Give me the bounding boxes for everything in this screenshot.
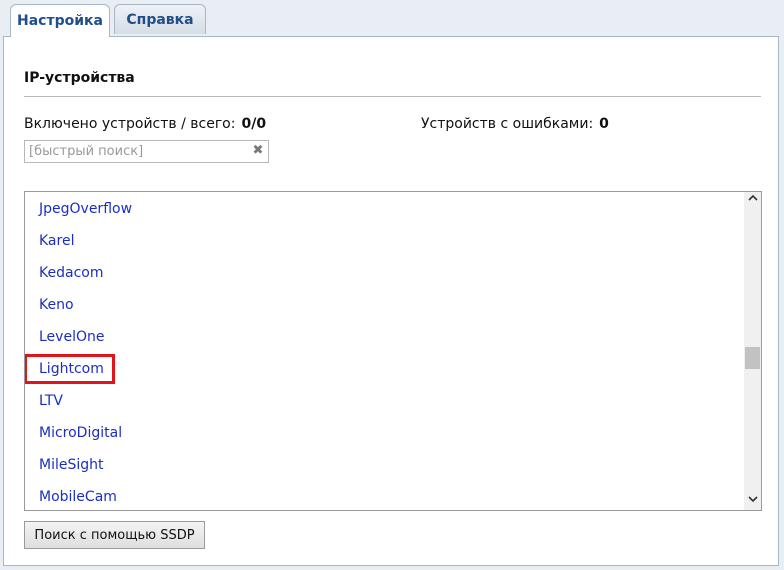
error-devices-stat: Устройств с ошибками: 0 [421,116,609,132]
list-item[interactable]: Karel [39,229,74,253]
list-item[interactable]: Kedacom [39,261,103,285]
list-item[interactable]: Keno [39,293,74,317]
tab-settings[interactable]: Настройка [10,4,110,37]
settings-panel: IP-устройства Включено устройств / всего… [3,36,779,566]
quick-search-input[interactable] [24,140,269,163]
tab-bar: Настройка Справка [0,0,784,37]
enabled-devices-label: Включено устройств / всего: [24,116,236,132]
list-item[interactable]: LevelOne [39,325,104,349]
scrollbar-thumb[interactable] [745,347,760,369]
enabled-devices-stat: Включено устройств / всего: 0/0 [24,116,266,132]
error-devices-value: 0 [599,116,609,132]
list-item[interactable]: MicroDigital [39,421,122,445]
close-icon[interactable]: ✖ [251,143,265,159]
tab-help[interactable]: Справка [114,4,206,34]
list-item[interactable]: LTV [39,389,63,413]
list-item-highlighted[interactable]: Lightcom [25,354,115,384]
section-title: IP-устройства [24,70,135,86]
list-scrollbar[interactable] [744,192,761,510]
list-item[interactable]: MileSight [39,453,104,477]
divider [24,96,761,97]
device-list: JpegOverflow Karel Kedacom Keno LevelOne… [24,191,762,511]
error-devices-label: Устройств с ошибками: [421,116,594,132]
chevron-down-icon[interactable] [744,493,761,510]
enabled-devices-value: 0/0 [241,116,267,132]
chevron-up-icon[interactable] [744,192,761,209]
list-item[interactable]: MobileCam [39,485,117,509]
list-item[interactable]: JpegOverflow [39,197,132,221]
ssdp-search-button[interactable]: Поиск с помощью SSDP [24,521,205,549]
